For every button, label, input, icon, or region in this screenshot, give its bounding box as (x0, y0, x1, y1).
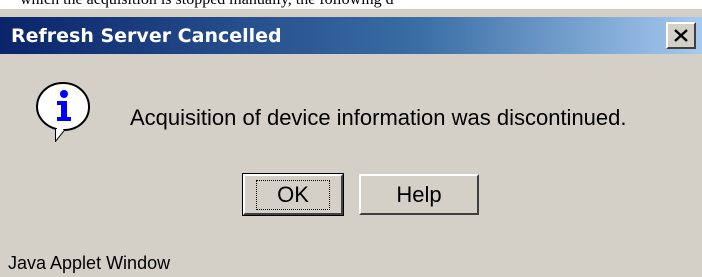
applet-window-label: Java Applet Window (8, 253, 171, 273)
ok-button-label: OK (256, 179, 330, 210)
close-button[interactable] (666, 22, 696, 49)
info-icon (35, 81, 91, 142)
help-button[interactable]: Help (359, 174, 479, 215)
dialog-title: Refresh Server Cancelled (11, 25, 282, 47)
dialog-window: Refresh Server Cancelled Acquisition of … (0, 9, 702, 277)
background-document-text: which the acquisition is stopped manuall… (0, 0, 702, 9)
title-bar[interactable]: Refresh Server Cancelled (0, 17, 702, 54)
dialog-message: Acquisition of device information was di… (130, 105, 627, 130)
close-icon (674, 29, 688, 42)
ok-button[interactable]: OK (242, 173, 344, 216)
help-button-label: Help (396, 181, 442, 207)
